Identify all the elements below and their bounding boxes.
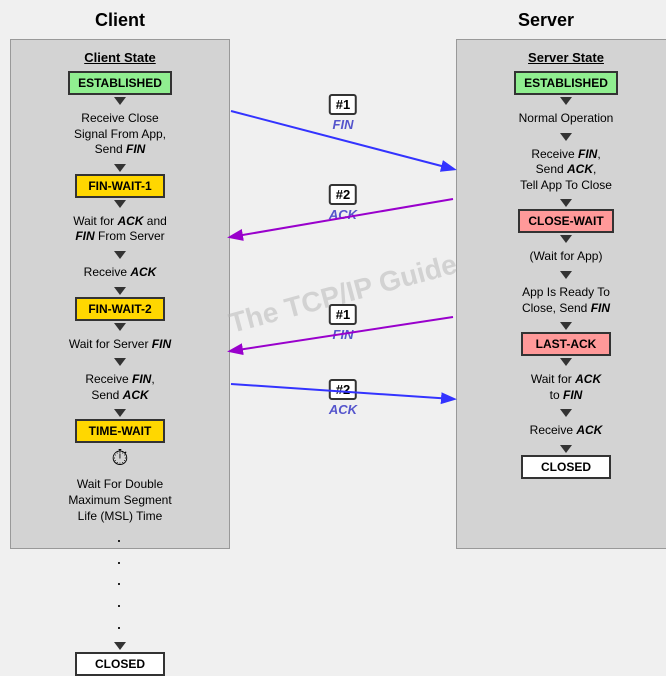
dots-indicator: ····· — [116, 530, 124, 638]
server-title: Server — [518, 10, 574, 30]
fin2-badge: #1 — [329, 304, 357, 325]
server-panel: Server State ESTABLISHED Normal Operatio… — [456, 39, 666, 549]
server-lastack-box: LAST-ACK — [521, 332, 611, 356]
arrow-6 — [114, 323, 126, 331]
server-arrow-6 — [560, 322, 572, 330]
ack2-badge: #2 — [329, 379, 357, 400]
client-finwait1-box: FIN-WAIT-1 — [75, 174, 165, 198]
client-inner: ESTABLISHED Receive CloseSignal From App… — [19, 71, 221, 676]
server-arrow-5 — [560, 271, 572, 279]
server-desc-normal-op: Normal Operation — [519, 111, 614, 127]
arrow-9 — [114, 642, 126, 650]
msg-ack1: #2 ACK — [329, 184, 357, 222]
client-panel: Client State ESTABLISHED Receive CloseSi… — [10, 39, 230, 549]
arrow-7 — [114, 358, 126, 366]
arrow-4 — [114, 251, 126, 259]
diagram-wrapper: Client State ESTABLISHED Receive CloseSi… — [10, 39, 666, 549]
desc-wait-msl: Wait For DoubleMaximum SegmentLife (MSL)… — [68, 477, 171, 524]
msg-fin2: #1 FIN — [329, 304, 357, 342]
msg-fin1: #1 FIN — [329, 94, 357, 132]
server-arrow-4 — [560, 235, 572, 243]
server-arrow-8 — [560, 409, 572, 417]
server-desc-wait-app: (Wait for App) — [530, 249, 603, 265]
desc-receive-fin-send-ack: Receive FIN,Send ACK — [85, 372, 154, 403]
arrow-3 — [114, 200, 126, 208]
server-desc-app-ready: App Is Ready ToClose, Send FIN — [522, 285, 610, 316]
arrow-2 — [114, 164, 126, 172]
server-closewait-box: CLOSE-WAIT — [518, 209, 613, 233]
desc-wait-ack: Wait for ACK andFIN From Server — [73, 214, 167, 245]
fin1-label: FIN — [333, 117, 354, 132]
msg-ack2: #2 ACK — [329, 379, 357, 417]
desc-receive-ack: Receive ACK — [84, 265, 157, 281]
desc-close-signal: Receive CloseSignal From App,Send FIN — [74, 111, 166, 158]
arrow-8 — [114, 409, 126, 417]
server-arrow-2 — [560, 133, 572, 141]
server-desc-receive-ack: Receive ACK — [530, 423, 603, 439]
server-arrow-7 — [560, 358, 572, 366]
server-inner: ESTABLISHED Normal Operation Receive FIN… — [465, 71, 666, 479]
arrow-5 — [114, 287, 126, 295]
server-arrow-3 — [560, 199, 572, 207]
ack1-badge: #2 — [329, 184, 357, 205]
ack2-label: ACK — [329, 402, 357, 417]
main-container: Client Server Client State ESTABLISHED — [0, 0, 666, 556]
server-arrow-9 — [560, 445, 572, 453]
ack1-label: ACK — [329, 207, 357, 222]
clock-icon: ⏱ — [111, 445, 128, 471]
server-desc-wait-ack: Wait for ACKto FIN — [531, 372, 601, 403]
server-arrow-1 — [560, 97, 572, 105]
client-title: Client — [95, 10, 145, 30]
server-state-label: Server State — [528, 50, 604, 65]
client-established-box: ESTABLISHED — [68, 71, 172, 95]
fin2-label: FIN — [333, 327, 354, 342]
middle-panel: #1 FIN #2 ACK #1 FIN #2 ACK — [230, 39, 456, 549]
server-closed-box: CLOSED — [521, 455, 611, 479]
arrow-1 — [114, 97, 126, 105]
fin1-badge: #1 — [329, 94, 357, 115]
panels-row: Client State ESTABLISHED Receive CloseSi… — [10, 39, 666, 549]
client-state-label: Client State — [84, 50, 156, 65]
desc-wait-server-fin: Wait for Server FIN — [69, 337, 171, 353]
title-row: Client Server — [10, 10, 656, 31]
client-closed-box: CLOSED — [75, 652, 165, 676]
server-desc-receive-fin: Receive FIN,Send ACK,Tell App To Close — [520, 147, 612, 194]
server-established-box: ESTABLISHED — [514, 71, 618, 95]
client-timewait-box: TIME-WAIT — [75, 419, 165, 443]
client-finwait2-box: FIN-WAIT-2 — [75, 297, 165, 321]
